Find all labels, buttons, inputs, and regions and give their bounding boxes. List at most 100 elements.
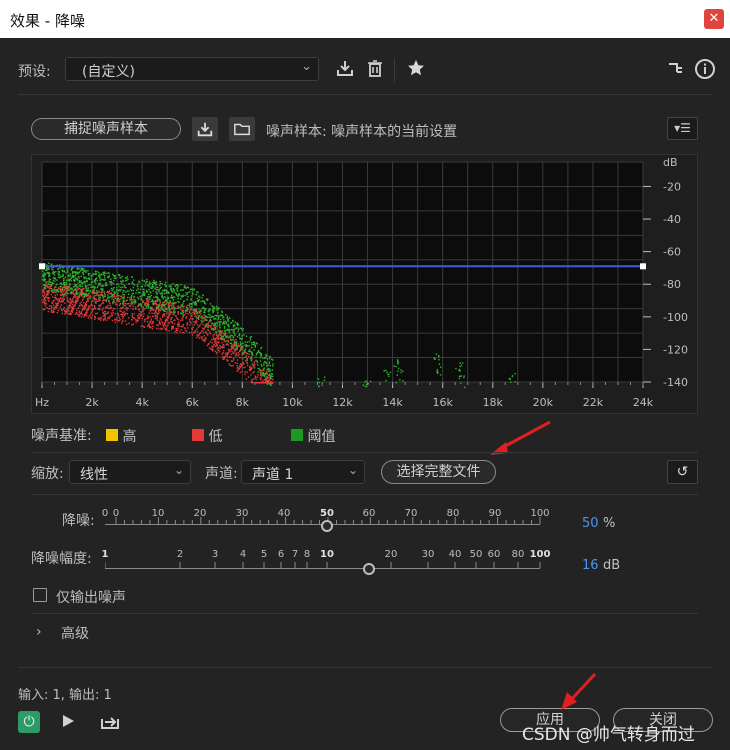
high-point <box>183 285 186 287</box>
output-noise-only-checkbox[interactable] <box>33 588 47 602</box>
low-point <box>230 360 233 362</box>
high-point <box>67 275 70 278</box>
high-point <box>150 294 152 297</box>
low-point <box>80 316 83 318</box>
low-point <box>78 311 80 314</box>
advanced-toggle[interactable]: 高级 <box>61 623 89 643</box>
high-point <box>435 353 438 355</box>
high-point <box>108 290 111 292</box>
low-point <box>260 378 262 381</box>
low-point <box>198 311 200 313</box>
low-point <box>167 303 170 305</box>
low-point <box>156 317 159 319</box>
low-point <box>116 304 119 306</box>
high-point <box>235 341 238 344</box>
low-point <box>158 304 160 306</box>
low-point <box>135 321 137 324</box>
capture-noise-print-button[interactable]: 捕捉噪声样本 <box>31 118 181 140</box>
low-point <box>198 325 201 327</box>
low-point <box>63 298 66 300</box>
low-point <box>118 316 120 319</box>
reduce-by-slider-thumb[interactable] <box>363 563 375 575</box>
high-point <box>99 297 102 299</box>
threshold-handle-left[interactable] <box>39 263 45 270</box>
legend-high: 高 <box>106 426 136 446</box>
select-entire-file-button[interactable]: 选择完整文件 <box>381 460 496 484</box>
threshold-handle-right[interactable] <box>640 263 646 270</box>
low-point <box>103 319 105 322</box>
high-point <box>268 362 271 365</box>
high-point <box>81 283 84 285</box>
info-icon[interactable] <box>694 58 716 80</box>
channel-dropdown[interactable]: 声道 1 ⌄ <box>241 460 365 484</box>
high-point <box>250 355 253 358</box>
noise-graph[interactable]: dB-20-40-60-80-100-120-140Hz 2k 4k 6k 8k 10k 1… <box>31 154 698 414</box>
high-point <box>364 381 366 383</box>
high-point <box>147 296 150 298</box>
noise-reduction-value[interactable]: 50 <box>582 516 599 531</box>
low-point <box>48 290 50 292</box>
low-point <box>221 330 224 332</box>
high-point <box>196 312 199 314</box>
play-icon[interactable] <box>60 713 76 733</box>
low-point <box>209 340 212 343</box>
high-point <box>318 385 320 388</box>
low-point <box>128 316 130 319</box>
high-point <box>365 380 368 382</box>
star-icon[interactable] <box>405 58 427 80</box>
low-point <box>81 310 83 312</box>
high-point <box>123 284 126 287</box>
low-point <box>269 382 271 384</box>
high-point <box>87 288 89 290</box>
low-point <box>235 353 238 356</box>
low-point <box>265 371 267 373</box>
high-point <box>244 341 246 343</box>
high-point <box>78 277 80 279</box>
high-point <box>161 291 163 293</box>
low-point <box>240 363 242 365</box>
high-point <box>72 270 74 273</box>
low-point <box>110 292 113 294</box>
open-folder-icon[interactable] <box>229 117 255 141</box>
reduce-by-value[interactable]: 16 <box>582 558 599 573</box>
high-point <box>47 283 50 285</box>
high-point <box>458 368 461 371</box>
high-point <box>245 335 248 337</box>
x-tick-label: 22k <box>583 396 604 409</box>
preset-dropdown[interactable]: (自定义) ⌄ <box>65 57 319 81</box>
high-point <box>246 359 248 361</box>
high-point <box>149 286 151 288</box>
save-preset-icon[interactable] <box>334 58 356 80</box>
high-point <box>217 312 219 314</box>
power-icon[interactable]: ⏻ <box>18 711 40 733</box>
high-point <box>219 323 221 326</box>
legend-threshold: 阈值 <box>291 426 335 446</box>
output-noise-only-label[interactable]: 仅输出噪声 <box>56 587 126 607</box>
graph-menu-button[interactable]: ▾☰ <box>667 117 698 140</box>
save-noise-print-icon[interactable] <box>192 117 218 141</box>
loop-icon[interactable] <box>99 711 121 735</box>
high-point <box>156 293 158 295</box>
high-point <box>119 300 121 303</box>
high-point <box>182 289 185 291</box>
low-point <box>51 301 53 304</box>
high-point <box>92 286 94 288</box>
zoom-dropdown[interactable]: 线性 ⌄ <box>69 460 191 484</box>
reset-icon[interactable]: ↺ <box>667 460 698 484</box>
noise-reduction-readout[interactable]: 50 % <box>582 515 615 531</box>
low-point <box>102 307 105 309</box>
high-point <box>151 299 154 301</box>
noise-reduction-slider-thumb[interactable] <box>321 520 333 532</box>
routing-icon[interactable] <box>664 58 686 80</box>
high-point <box>113 277 115 279</box>
delete-preset-icon[interactable] <box>364 58 386 80</box>
close-window-button[interactable]: ✕ <box>704 9 724 29</box>
low-point <box>99 304 101 306</box>
low-point <box>108 307 111 310</box>
low-point <box>138 313 140 315</box>
high-point <box>219 315 221 317</box>
legend-low-swatch <box>192 429 204 441</box>
chevron-right-icon[interactable]: › <box>36 624 42 640</box>
high-point <box>204 308 207 310</box>
reduce-by-readout[interactable]: 16 dB <box>582 557 620 573</box>
